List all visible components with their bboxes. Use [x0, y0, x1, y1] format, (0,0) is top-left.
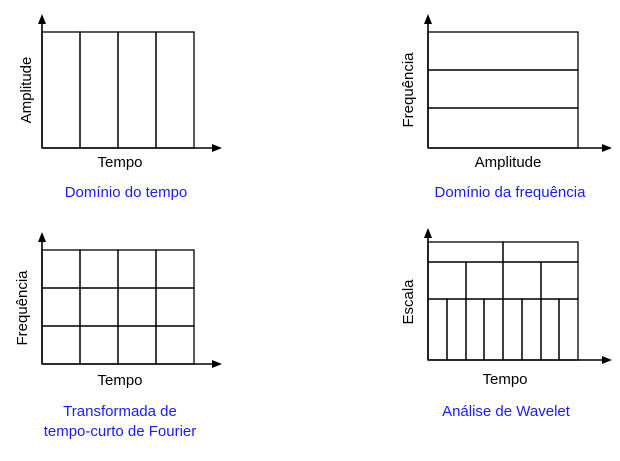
x-axis-arrow [602, 144, 612, 152]
panel-frequency-domain: Frequência Amplitude Domínio da frequênc… [400, 14, 612, 201]
grid-cell [41, 31, 81, 149]
grid-cell [558, 298, 579, 361]
x-axis-label: Tempo [97, 154, 142, 171]
panel-caption: Análise de Wavelet [442, 403, 571, 420]
grid-cell [540, 298, 560, 361]
time-domain-grid [41, 31, 195, 149]
y-axis-label: Frequência [400, 52, 417, 128]
y-axis-arrow [38, 14, 46, 24]
y-axis-label: Escala [400, 279, 417, 325]
wavelet-tiling [427, 241, 579, 361]
panel-caption: Domínio da frequência [435, 184, 587, 201]
grid-cell [79, 287, 119, 327]
grid-cell [41, 249, 81, 289]
grid-cell [427, 31, 579, 71]
x-axis-label: Tempo [97, 372, 142, 389]
grid-cell [155, 325, 195, 365]
grid-cell [502, 261, 542, 300]
panel-caption: Domínio do tempo [65, 184, 188, 201]
x-axis-label: Tempo [482, 371, 527, 388]
stft-grid [41, 249, 195, 365]
grid-cell [117, 287, 157, 327]
panel-time-domain: Amplitude Tempo Domínio do tempo [18, 14, 222, 201]
grid-cell [155, 287, 195, 327]
y-axis-label: Frequência [14, 270, 31, 346]
grid-cell [117, 249, 157, 289]
panel-caption: tempo-curto de Fourier [44, 423, 197, 440]
x-axis-arrow [602, 356, 612, 364]
grid-cell [483, 298, 504, 361]
grid-cell [427, 241, 504, 263]
x-axis-label: Amplitude [475, 154, 542, 171]
y-axis-arrow [424, 228, 432, 238]
grid-cell [79, 31, 119, 149]
grid-cell [41, 325, 81, 365]
grid-cell [41, 287, 81, 327]
grid-cell [427, 298, 448, 361]
grid-cell [521, 298, 542, 361]
panel-caption: Transformada de [63, 403, 177, 420]
panel-wavelet: Escala Tempo Análise de Wavelet [400, 228, 612, 420]
x-axis-arrow [212, 360, 222, 368]
grid-cell [502, 298, 523, 361]
panel-stft: Frequência Tempo Transformada de tempo-c… [14, 232, 222, 440]
grid-cell [79, 249, 119, 289]
x-axis-arrow [212, 144, 222, 152]
grid-cell [465, 298, 485, 361]
grid-cell [427, 261, 467, 300]
grid-cell [465, 261, 504, 300]
y-axis-arrow [424, 14, 432, 24]
y-axis-arrow [38, 232, 46, 242]
grid-cell [427, 69, 579, 109]
time-frequency-diagram: Amplitude Tempo Domínio do tempo Frequên… [14, 14, 612, 440]
grid-cell [117, 325, 157, 365]
grid-cell [155, 31, 195, 149]
y-axis-label: Amplitude [18, 57, 35, 124]
grid-cell [540, 261, 579, 300]
grid-cell [427, 107, 579, 149]
frequency-domain-grid [427, 31, 579, 149]
grid-cell [79, 325, 119, 365]
grid-cell [155, 249, 195, 289]
grid-cell [502, 241, 579, 263]
grid-cell [446, 298, 467, 361]
grid-cell [117, 31, 157, 149]
